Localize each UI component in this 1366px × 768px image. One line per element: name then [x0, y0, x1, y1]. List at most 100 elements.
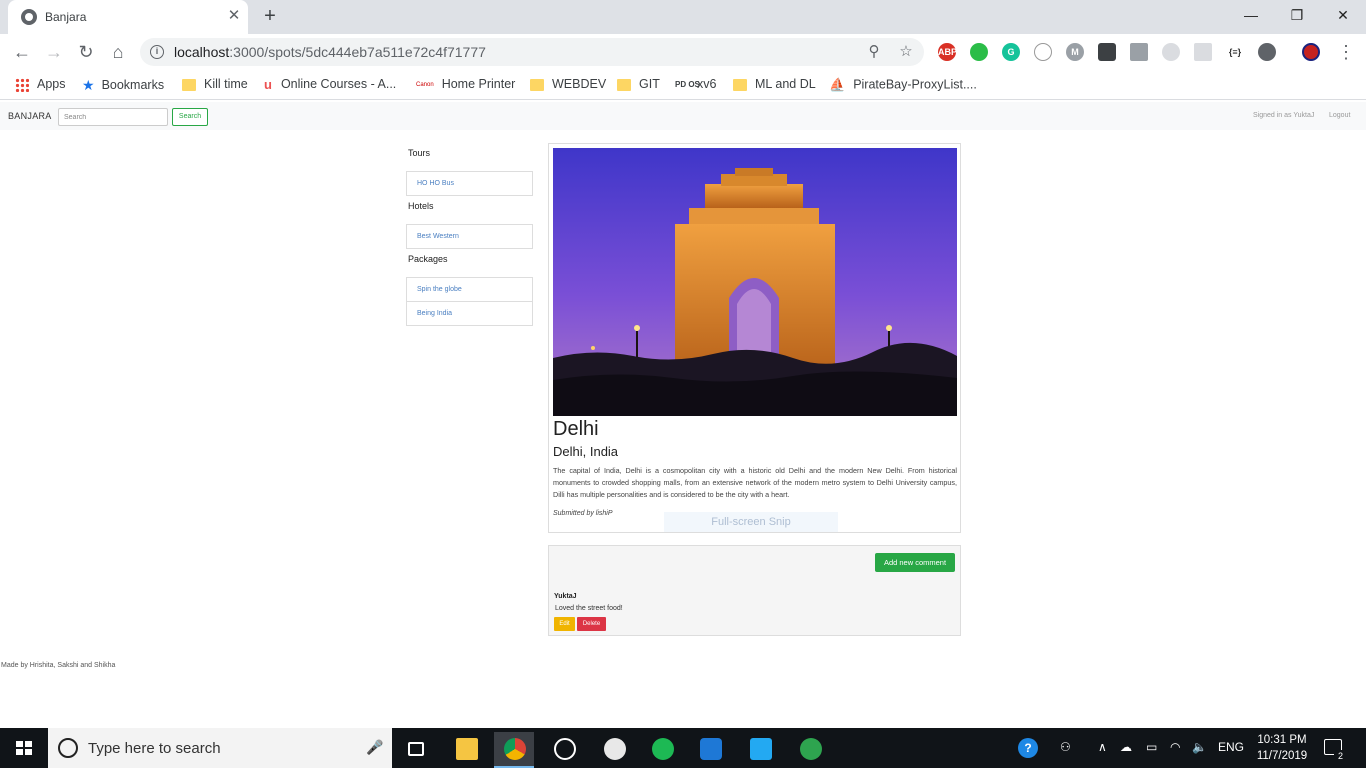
bookmark-ml-dl[interactable]: ML and DL: [733, 77, 816, 91]
sidebar-item-package[interactable]: Being India: [406, 301, 533, 326]
packages-heading: Packages: [408, 254, 448, 264]
spot-description: The capital of India, Delhi is a cosmopo…: [553, 466, 957, 499]
folder-icon: [733, 78, 747, 91]
search-button[interactable]: Search: [172, 108, 208, 126]
udemy-icon: u: [264, 77, 272, 93]
search-input[interactable]: [58, 108, 168, 126]
bookmark-git[interactable]: GIT: [617, 77, 660, 91]
taskbar-mongodb[interactable]: [790, 732, 830, 768]
comments-panel: Add new comment YuktaJ Loved the street …: [548, 545, 961, 636]
taskbar-spotify[interactable]: [642, 732, 682, 768]
new-tab-button[interactable]: +: [259, 6, 281, 28]
windows-taskbar: Type here to search 🎤 ? ⚇ ∧ ☁ ▭ ◠ 🔈 ENG …: [0, 728, 1366, 768]
bookmark-label: WEBDEV: [552, 77, 607, 91]
extension-globe-icon[interactable]: [1162, 43, 1180, 61]
extension-icon[interactable]: [1034, 43, 1052, 61]
logout-link[interactable]: Logout: [1329, 112, 1350, 119]
delete-comment-button[interactable]: Delete: [577, 617, 606, 631]
home-icon[interactable]: ⌂: [106, 40, 130, 64]
grammarly-icon[interactable]: G: [1002, 43, 1020, 61]
help-icon[interactable]: ?: [1018, 738, 1038, 758]
globe-icon: [21, 9, 37, 25]
language-indicator[interactable]: ENG: [1218, 740, 1244, 754]
microphone-icon[interactable]: 🎤: [366, 739, 383, 756]
pirate-ship-icon: ⛵: [829, 77, 846, 92]
taskbar-alarms[interactable]: [544, 732, 584, 768]
back-arrow-icon[interactable]: ←: [10, 40, 34, 64]
taskbar-file-explorer[interactable]: [446, 732, 486, 768]
edit-comment-button[interactable]: Edit: [554, 617, 575, 631]
bookmark-xv6[interactable]: PD OSxv6: [675, 77, 716, 91]
tab-close-icon[interactable]: ✕: [225, 7, 243, 25]
url-host: localhost: [174, 44, 230, 60]
minimize-button[interactable]: —: [1228, 0, 1274, 30]
profile-avatar[interactable]: [1302, 43, 1320, 61]
bookmark-home-printer[interactable]: Canon Home Printer: [416, 77, 515, 91]
extension-grid-icon[interactable]: [1130, 43, 1148, 61]
reload-icon[interactable]: ↻: [74, 40, 98, 64]
brand-logo[interactable]: BANJARA: [8, 111, 52, 121]
extension-round-icon[interactable]: [1258, 43, 1276, 61]
spotify-icon: [652, 738, 674, 760]
bookmark-online-courses[interactable]: u Online Courses - A...: [264, 77, 396, 92]
bookmark-webdev[interactable]: WEBDEV: [530, 77, 606, 91]
add-comment-button[interactable]: Add new comment: [875, 553, 955, 572]
bookmark-apps[interactable]: Apps: [15, 77, 66, 92]
start-button[interactable]: [0, 728, 48, 768]
tab-title: Banjara: [45, 10, 87, 24]
info-icon[interactable]: i: [150, 45, 164, 59]
task-view-button[interactable]: [396, 732, 436, 768]
restore-button[interactable]: ❐: [1274, 0, 1320, 30]
bookmark-label: Bookmarks: [101, 77, 165, 92]
taskbar-vscode[interactable]: [740, 732, 780, 768]
battery-icon[interactable]: ▭: [1146, 740, 1157, 754]
browser-toolbar: ← → ↻ ⌂ i localhost:3000/spots/5dc444eb7…: [0, 34, 1366, 70]
chevron-up-icon[interactable]: ∧: [1098, 740, 1107, 754]
cortana-icon: [58, 738, 78, 758]
close-window-button[interactable]: ✕: [1320, 0, 1366, 30]
taskbar-search-placeholder: Type here to search: [88, 740, 221, 757]
taskbar-imo[interactable]: [690, 732, 730, 768]
bookmark-label: GIT: [639, 77, 660, 91]
sidebar-item-hotel[interactable]: Best Western: [406, 224, 533, 249]
sidebar-item-package[interactable]: Spin the globe: [406, 277, 533, 302]
adblock-icon[interactable]: ABP: [938, 43, 957, 61]
mendeley-icon[interactable]: M: [1066, 43, 1084, 61]
bookmark-piratebay[interactable]: ⛵ PirateBay-ProxyList....: [829, 77, 977, 93]
extension-doc-icon[interactable]: [1194, 43, 1212, 61]
folder-icon: [456, 738, 478, 760]
india-gate-image: [553, 148, 957, 416]
bookmark-label: xv6: [697, 77, 717, 91]
extension-dark-icon[interactable]: [1098, 43, 1116, 61]
spot-location: Delhi, India: [553, 444, 619, 459]
wifi-icon[interactable]: ◠: [1170, 740, 1180, 754]
people-icon[interactable]: ⚇: [1060, 740, 1071, 754]
bookmark-star-icon[interactable]: ☆: [896, 42, 916, 62]
bookmark-bookmarks[interactable]: ★ Bookmarks: [82, 77, 164, 94]
browser-tab[interactable]: Banjara ✕: [8, 0, 248, 34]
notification-count-badge: 2: [1334, 750, 1347, 763]
extension-green-icon[interactable]: [970, 43, 988, 61]
pdos-icon: PD OS: [675, 80, 700, 90]
submitted-by: Submitted by lishiP: [553, 510, 613, 517]
taskbar-paint[interactable]: [594, 732, 634, 768]
onedrive-icon[interactable]: ☁: [1120, 740, 1132, 754]
address-bar[interactable]: i localhost:3000/spots/5dc444eb7a511e72c…: [140, 38, 924, 66]
menu-dots-icon[interactable]: ⋮: [1334, 40, 1358, 64]
sidebar-item-tour[interactable]: HO HO Bus: [406, 171, 533, 196]
clock-time: 10:31 PM: [1257, 734, 1307, 746]
taskbar-clock[interactable]: 10:31 PM 11/7/2019: [1250, 732, 1314, 764]
taskbar-chrome[interactable]: [494, 732, 534, 768]
forward-arrow-icon[interactable]: →: [42, 40, 66, 64]
zoom-icon[interactable]: ⚲: [864, 42, 884, 62]
bookmark-kill-time[interactable]: Kill time: [182, 77, 248, 91]
json-viewer-icon[interactable]: {≡}: [1226, 43, 1244, 61]
taskbar-search[interactable]: Type here to search 🎤: [48, 728, 392, 768]
url-text[interactable]: localhost:3000/spots/5dc444eb7a511e72c4f…: [174, 44, 486, 60]
folder-icon: [182, 78, 196, 91]
volume-muted-icon[interactable]: 🔈: [1192, 740, 1207, 754]
imo-icon: [700, 738, 722, 760]
vscode-icon: [750, 738, 772, 760]
bookmark-label: Home Printer: [441, 77, 516, 91]
tours-heading: Tours: [408, 148, 431, 158]
